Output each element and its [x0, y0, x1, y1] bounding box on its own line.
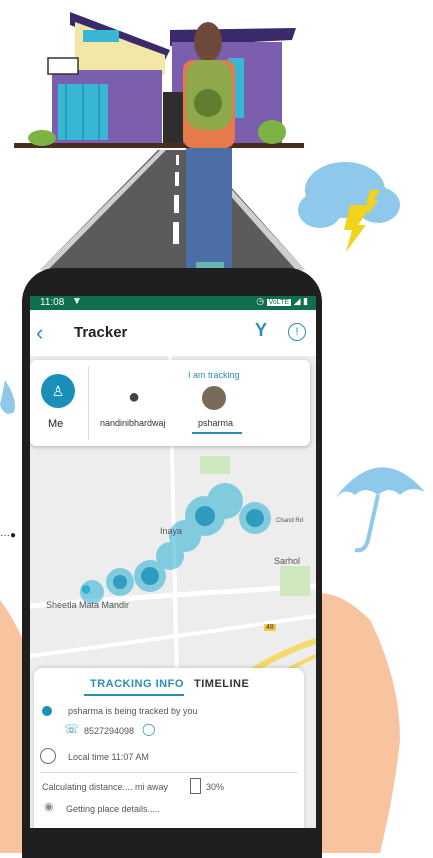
- user-avatar-icon: ●: [128, 386, 141, 408]
- pointer-dot: ···●: [0, 530, 17, 541]
- user-name: psharma: [198, 418, 234, 428]
- place-label-inaya: Inaya: [160, 526, 183, 536]
- battery-icon: ▮: [303, 296, 308, 306]
- page-title: Tracker: [74, 324, 128, 341]
- user-avatar: [202, 386, 226, 410]
- me-label: Me: [48, 418, 64, 430]
- tab-timeline[interactable]: TIMELINE: [194, 678, 249, 690]
- alarm-icon: ◷: [256, 296, 265, 306]
- person-icon: ♙: [51, 383, 65, 399]
- road-illustration: [40, 150, 305, 270]
- panel-divider: [40, 772, 298, 773]
- road-badge: 48: [264, 624, 276, 631]
- location-icon: ▼: [72, 296, 82, 307]
- house-illustration: [14, 12, 304, 148]
- tracking-card: ♙ Me I am tracking ● nandinibhardwaj psh…: [30, 360, 310, 446]
- app-screen: 11:08 ▼ ◷ VoLTE ◢ ▮ ‹ Tracker Y ! ● Inay…: [30, 296, 316, 828]
- battery-icon: [190, 778, 201, 794]
- distance-text: Calculating distance.... mi away: [42, 782, 169, 792]
- place-pin-icon: ◉: [44, 801, 54, 813]
- info-icon[interactable]: !: [288, 323, 306, 341]
- app-bar: ‹ Tracker Y !: [30, 310, 316, 356]
- tab-tracking-info[interactable]: TRACKING INFO: [90, 678, 184, 690]
- section-title: I am tracking: [188, 370, 240, 380]
- phone-icon[interactable]: ☏: [64, 722, 79, 736]
- user-nandinibhardwaj[interactable]: ● nandinibhardwaj: [100, 386, 180, 430]
- phone-number[interactable]: 8527294098: [84, 726, 134, 736]
- place-label-sarhol: Sarhol: [274, 556, 301, 566]
- tracking-info-panel: TRACKING INFO TIMELINE psharma is being …: [34, 668, 304, 828]
- card-divider: [88, 366, 89, 440]
- user-name: nandinibhardwaj: [100, 418, 166, 428]
- signal-icon: ◢: [293, 296, 301, 306]
- battery-level: 30%: [206, 782, 225, 792]
- place-label-sheetla: Sheetla Mata Mandir: [46, 600, 130, 610]
- back-icon[interactable]: ‹: [36, 320, 43, 346]
- cloud-illustration: [298, 162, 400, 252]
- status-icons: ◷ VoLTE ◢ ▮: [256, 296, 308, 307]
- status-bar: 11:08 ▼ ◷ VoLTE ◢ ▮: [30, 296, 316, 310]
- chat-icon[interactable]: ◯: [142, 722, 155, 736]
- local-time: Local time 11:07 AM: [68, 752, 149, 762]
- place-label-chand: Chand Rd: [276, 518, 304, 524]
- user-psharma[interactable]: psharma: [192, 386, 252, 434]
- tab-active-underline: [84, 694, 184, 696]
- tracking-status: psharma is being tracked by you: [68, 706, 198, 716]
- me-avatar[interactable]: ♙: [41, 374, 75, 408]
- raindrop-illustration: [0, 380, 15, 414]
- umbrella-illustration: [335, 467, 425, 553]
- antenna-icon[interactable]: Y: [255, 320, 267, 341]
- status-dot-icon: [42, 706, 52, 716]
- selected-underline: [192, 432, 242, 434]
- location-pin-icon[interactable]: ●: [80, 578, 92, 601]
- clock-icon: [40, 748, 56, 764]
- place-details: Getting place details.....: [66, 804, 161, 814]
- wifi-label: VoLTE: [266, 299, 292, 306]
- status-time: 11:08: [40, 297, 65, 308]
